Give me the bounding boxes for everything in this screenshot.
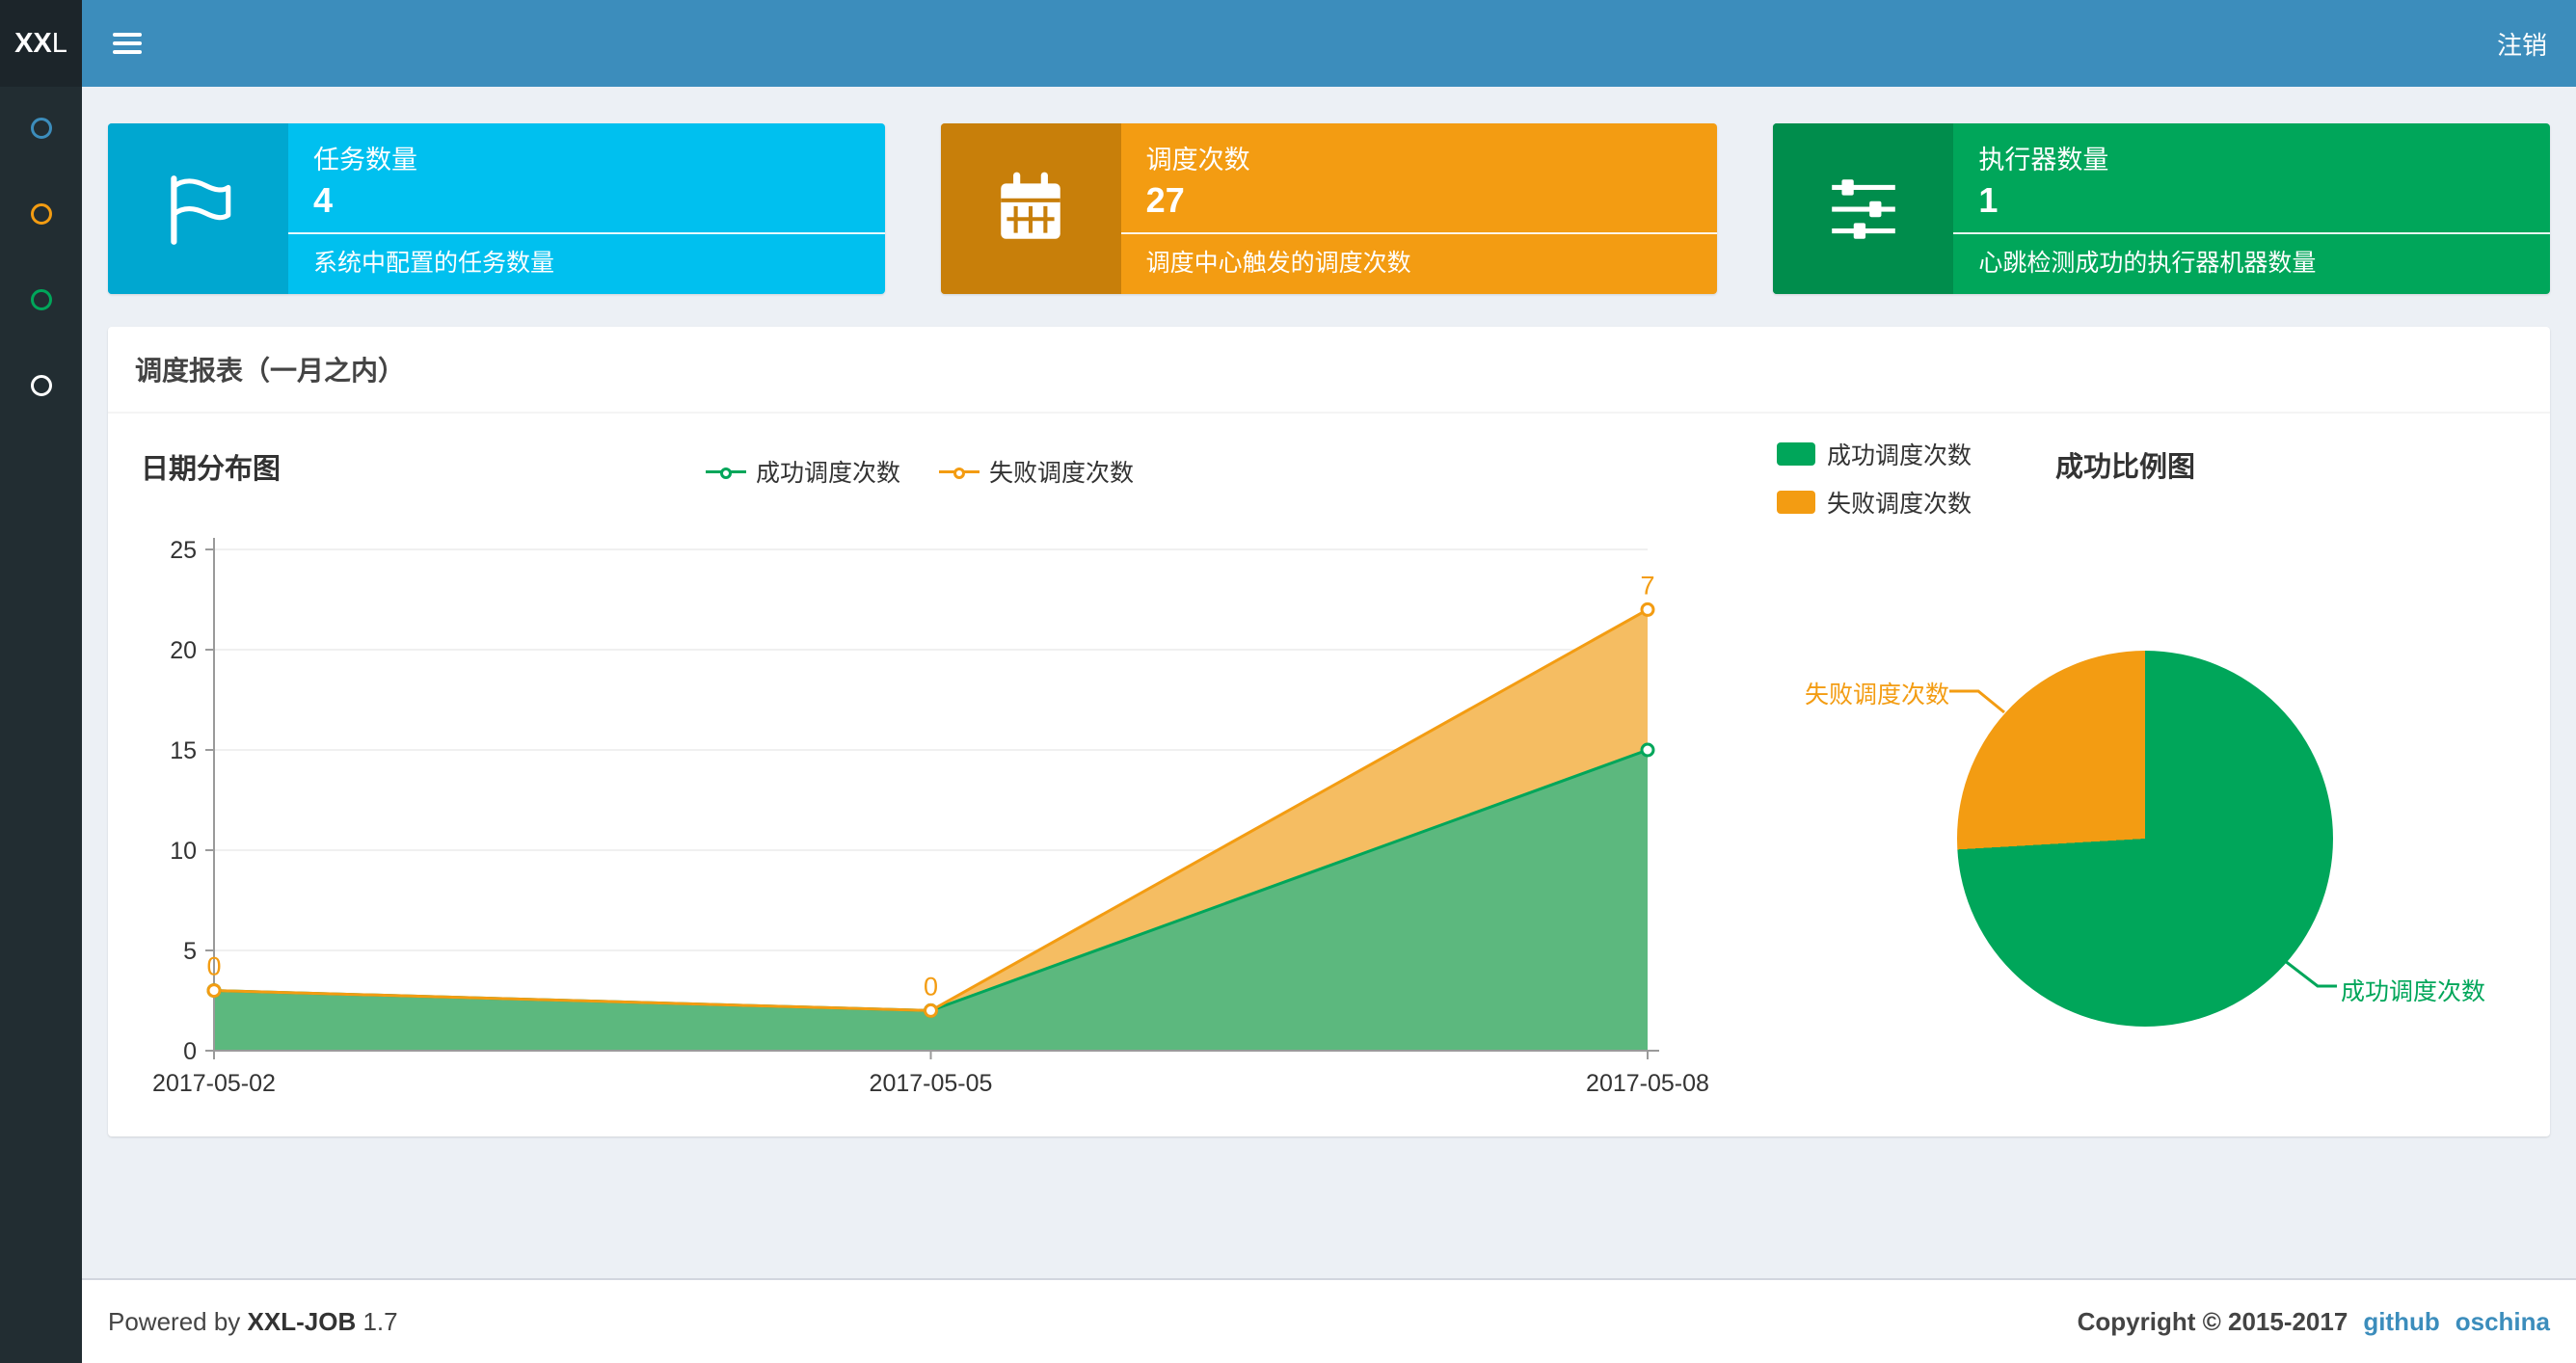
oschina-link[interactable]: oschina: [2455, 1307, 2550, 1337]
info-box-content: 任务数量 4 系统中配置的任务数量: [288, 123, 885, 294]
line-legend-marker-icon: [706, 467, 746, 479]
svg-text:25: 25: [170, 537, 197, 564]
powered-by: Powered by XXL-JOB 1.7: [108, 1307, 398, 1337]
report-panel: 调度报表（一月之内） 日期分布图 成功调度次数 失败调度次数 0 5 10 15 20 2…: [108, 327, 2550, 1136]
line-chart-title: 日期分布图: [141, 454, 282, 485]
pie-chart-legend: 成功调度次数 失败调度次数: [1777, 437, 1972, 533]
info-box-description: 调度中心触发的调度次数: [1145, 250, 1411, 277]
line-legend-marker-icon: [939, 467, 980, 479]
divider: [1120, 232, 1718, 234]
legend-item-success[interactable]: 成功调度次数: [1777, 437, 1972, 471]
svg-text:10: 10: [170, 838, 197, 865]
info-box: 任务数量 4 系统中配置的任务数量: [108, 123, 885, 294]
panel-body: 日期分布图 成功调度次数 失败调度次数 0 5 10 15 20 25 2017-05-02…: [108, 414, 2550, 1136]
pie-chart-title: 成功比例图: [2055, 452, 2196, 483]
info-box: 执行器数量 1 心跳检测成功的执行器机器数量: [1773, 123, 2551, 294]
github-link[interactable]: github: [2363, 1307, 2439, 1337]
powered-prefix: Powered by: [108, 1306, 241, 1336]
pie-slice-label-success: 成功调度次数: [2341, 978, 2486, 1005]
panel-title: 调度报表（一月之内）: [108, 327, 2550, 414]
sidebar-toggle-button[interactable]: [82, 0, 173, 87]
svg-text:0: 0: [206, 952, 221, 981]
info-box-label: 任务数量: [313, 146, 417, 174]
info-box-value: 1: [1978, 180, 1999, 220]
main-content: 运行报表 任务调度中心 任务数量 4 系统中配置的任务数量: [82, 0, 2576, 1136]
app-logo-bold: XX: [14, 27, 52, 59]
sidebar: [0, 87, 82, 1363]
legend-swatch-icon: [1777, 442, 1815, 466]
circle-o-icon: [30, 118, 52, 139]
divider: [1953, 232, 2551, 234]
info-box-label: 执行器数量: [1978, 146, 2109, 174]
circle-o-icon: [30, 375, 52, 396]
app-logo-rest: L: [51, 27, 67, 59]
svg-text:7: 7: [1640, 571, 1654, 600]
legend-item-success[interactable]: 成功调度次数: [706, 454, 900, 489]
info-box-description: 系统中配置的任务数量: [313, 250, 555, 277]
version-number: 1.7: [362, 1306, 398, 1336]
info-box-description: 心跳检测成功的执行器机器数量: [1978, 250, 2317, 277]
logout-link[interactable]: 注销: [2468, 0, 2576, 87]
info-box: 调度次数 27 调度中心触发的调度次数: [940, 123, 1718, 294]
navbar-right: 注销: [2468, 0, 2576, 87]
legend-item-fail[interactable]: 失败调度次数: [939, 454, 1134, 489]
sliders-icon: [1832, 178, 1895, 239]
circle-o-icon: [30, 203, 52, 225]
legend-label: 失败调度次数: [1827, 491, 1972, 518]
sidebar-item-4[interactable]: [0, 375, 82, 461]
svg-text:5: 5: [183, 938, 197, 965]
legend-label: 成功调度次数: [1827, 442, 1972, 469]
info-box-value: 4: [313, 180, 334, 220]
legend-item-fail[interactable]: 失败调度次数: [1777, 485, 1972, 520]
info-box-icon-area: [940, 123, 1121, 294]
legend-label: 成功调度次数: [756, 460, 901, 487]
svg-text:0: 0: [183, 1038, 197, 1065]
legend-swatch-icon: [1777, 491, 1815, 514]
info-box-value: 27: [1145, 180, 1185, 220]
sidebar-item-1[interactable]: [0, 118, 82, 203]
sidebar-item-3[interactable]: [0, 289, 82, 375]
svg-text:2017-05-08: 2017-05-08: [1586, 1070, 1709, 1097]
svg-text:15: 15: [170, 737, 197, 764]
info-box-icon-area: [1773, 123, 1954, 294]
info-box-content: 调度次数 27 调度中心触发的调度次数: [1120, 123, 1718, 294]
svg-text:20: 20: [170, 637, 197, 664]
sidebar-item-2[interactable]: [0, 203, 82, 289]
info-box-icon-area: [108, 123, 288, 294]
divider: [288, 232, 885, 234]
svg-text:0: 0: [924, 972, 938, 1001]
info-box-label: 调度次数: [1145, 146, 1250, 174]
success-ratio-pie-chart[interactable]: [1957, 651, 2333, 1027]
app-logo[interactable]: XX L: [0, 0, 82, 87]
svg-text:2017-05-05: 2017-05-05: [870, 1070, 993, 1097]
circle-o-icon: [30, 289, 52, 310]
top-navbar: XX L 注销: [0, 0, 2576, 87]
brand-name: XXL-JOB: [247, 1306, 357, 1336]
pie-slice-label-fail: 失败调度次数: [1804, 682, 1949, 708]
page-footer: Powered by XXL-JOB 1.7 Copyright © 2015-…: [82, 1278, 2576, 1363]
info-box-content: 执行器数量 1 心跳检测成功的执行器机器数量: [1953, 123, 2551, 294]
calendar-icon: [1001, 172, 1060, 239]
hamburger-icon: [113, 28, 142, 59]
date-distribution-chart[interactable]: 0 5 10 15 20 25 2017-05-02 2017-05-05 2017-05-08…: [137, 510, 1757, 1108]
legend-label: 失败调度次数: [989, 460, 1135, 487]
copyright-text: Copyright © 2015-2017: [2077, 1306, 2348, 1336]
stats-row: 任务数量 4 系统中配置的任务数量 调度次数 27 调度中心触发的调度次数 执行…: [108, 123, 2551, 294]
svg-text:2017-05-02: 2017-05-02: [152, 1070, 276, 1097]
line-chart-legend: 成功调度次数 失败调度次数: [706, 454, 1134, 489]
footer-right: Copyright © 2015-2017 github oschina: [2078, 1307, 2550, 1337]
flag-icon: [170, 174, 230, 245]
